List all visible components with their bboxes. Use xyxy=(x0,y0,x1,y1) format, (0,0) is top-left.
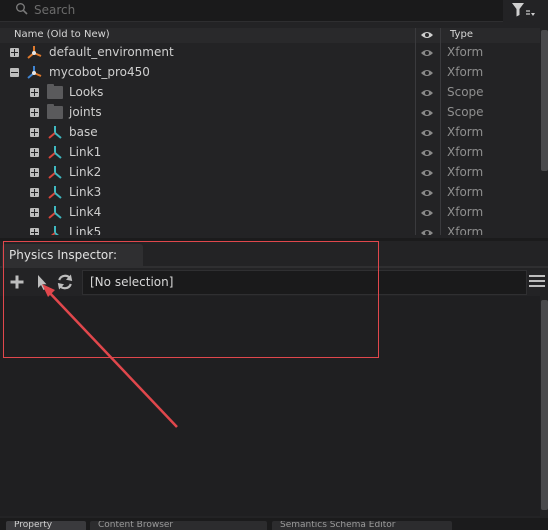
eye-icon[interactable] xyxy=(420,68,434,78)
tree-row-type: Xform xyxy=(447,145,484,159)
tab-label: Property xyxy=(14,521,53,530)
expand-plus-icon[interactable] xyxy=(10,48,19,57)
tab-property[interactable]: Property xyxy=(6,521,86,530)
filter-icon xyxy=(512,3,535,17)
tree-row-link4[interactable]: Link4 Xform xyxy=(0,203,540,223)
tree-row-mycobot-pro450[interactable]: mycobot_pro450 Xform xyxy=(0,63,540,83)
tree-row-link1[interactable]: Link1 Xform xyxy=(0,143,540,163)
folder-icon xyxy=(47,84,63,99)
inspector-scrollbar[interactable] xyxy=(541,300,548,510)
tree-row-label: Link1 xyxy=(69,145,102,159)
tab-label: Content Browser xyxy=(98,521,174,530)
stage-tree: default_environment Xform mycobot_pro450… xyxy=(0,43,540,235)
tree-row-label: Link2 xyxy=(69,165,102,179)
tree-row-type: Scope xyxy=(447,85,484,99)
column-header-type[interactable]: Type xyxy=(450,29,473,40)
xform-icon xyxy=(48,146,62,159)
tree-row-link2[interactable]: Link2 Xform xyxy=(0,163,540,183)
tree-row-type: Xform xyxy=(447,225,484,235)
collapse-minus-icon[interactable] xyxy=(10,68,19,77)
eye-icon[interactable] xyxy=(420,148,434,158)
tree-row-label: base xyxy=(69,125,98,139)
expand-plus-icon[interactable] xyxy=(30,208,39,217)
tree-row-label: Link3 xyxy=(69,185,102,199)
xform-icon xyxy=(27,66,42,79)
expand-plus-icon[interactable] xyxy=(30,108,39,117)
expand-plus-icon[interactable] xyxy=(30,188,39,197)
expand-plus-icon[interactable] xyxy=(30,168,39,177)
tree-row-type: Xform xyxy=(447,65,484,79)
eye-icon[interactable] xyxy=(420,228,434,235)
tree-row-type: Scope xyxy=(447,105,484,119)
eye-icon[interactable] xyxy=(420,88,434,98)
tree-row-label: Looks xyxy=(69,85,104,99)
tree-row-label: Link5 xyxy=(69,225,102,235)
tree-row-link5[interactable]: Link5 Xform xyxy=(0,223,540,235)
eye-icon xyxy=(421,32,433,38)
tree-row-type: Xform xyxy=(447,165,484,179)
stage-header: Name (Old to New) Type xyxy=(0,28,540,43)
tree-row-base[interactable]: base Xform xyxy=(0,123,540,143)
tree-row-type: Xform xyxy=(447,205,484,219)
tab-content-browser[interactable]: Content Browser xyxy=(90,521,267,530)
column-header-name[interactable]: Name (Old to New) xyxy=(14,29,110,40)
tree-row-type: Xform xyxy=(447,125,484,139)
tree-row-label: default_environment xyxy=(49,45,174,59)
search-input[interactable] xyxy=(34,0,494,20)
tree-row-label: joints xyxy=(69,105,102,119)
filter-button[interactable] xyxy=(506,0,540,21)
tree-scrollbar[interactable] xyxy=(541,30,548,171)
tree-row-type: Xform xyxy=(447,185,484,199)
xform-icon xyxy=(51,226,59,235)
tree-row-type: Xform xyxy=(447,45,484,59)
tab-label: Semantics Schema Editor xyxy=(280,521,396,530)
eye-icon[interactable] xyxy=(420,128,434,138)
xform-icon xyxy=(48,166,62,179)
expand-plus-icon[interactable] xyxy=(30,148,39,157)
expand-plus-icon[interactable] xyxy=(30,128,39,137)
search-bar xyxy=(0,0,503,22)
tree-row-label: Link4 xyxy=(69,205,102,219)
tree-row-link3[interactable]: Link3 Xform xyxy=(0,183,540,203)
search-icon xyxy=(16,3,28,15)
tree-row-looks[interactable]: Looks Scope xyxy=(0,83,540,103)
eye-icon[interactable] xyxy=(420,108,434,118)
tree-row-default-environment[interactable]: default_environment Xform xyxy=(0,43,540,63)
xform-icon xyxy=(48,186,62,199)
eye-icon[interactable] xyxy=(420,208,434,218)
xform-icon xyxy=(48,206,62,219)
tab-semantics-schema-editor[interactable]: Semantics Schema Editor xyxy=(272,521,452,530)
expand-plus-icon[interactable] xyxy=(30,88,39,97)
eye-icon[interactable] xyxy=(420,168,434,178)
folder-icon xyxy=(47,104,63,119)
hamburger-icon[interactable] xyxy=(528,274,546,288)
xform-icon xyxy=(48,126,62,139)
tree-row-label: mycobot_pro450 xyxy=(49,65,150,79)
tree-row-joints[interactable]: joints Scope xyxy=(0,103,540,123)
eye-icon[interactable] xyxy=(420,188,434,198)
annotation-highlight-box xyxy=(3,241,379,358)
expand-plus-icon[interactable] xyxy=(30,228,39,235)
eye-icon[interactable] xyxy=(420,48,434,58)
xform-icon xyxy=(27,46,42,59)
